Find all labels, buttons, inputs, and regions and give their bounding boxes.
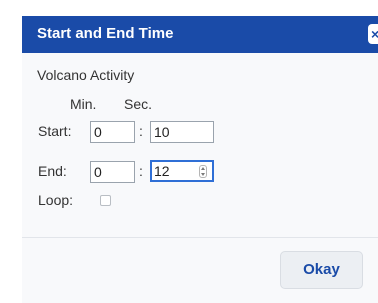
dialog-title-bar: Start and End Time <box>22 16 378 53</box>
end-sec-input[interactable]: 12 <box>150 160 214 182</box>
activity-name: Volcano Activity <box>37 67 135 83</box>
sec-column-header: Sec. <box>124 96 153 112</box>
end-label: End: <box>38 163 67 179</box>
footer-divider <box>22 237 378 238</box>
end-sec-value: 12 <box>154 163 170 179</box>
start-end-time-dialog: Start and End Time × Volcano Activity Mi… <box>0 0 378 303</box>
min-column-header: Min. <box>70 96 97 112</box>
start-colon: : <box>139 123 143 139</box>
loop-label: Loop: <box>38 192 74 208</box>
close-button[interactable]: × <box>368 24 378 44</box>
end-colon: : <box>139 163 143 179</box>
start-sec-input[interactable]: 10 <box>150 121 214 143</box>
dialog-body: Volcano Activity Min. Sec. Start: 0 : 10… <box>22 53 378 303</box>
end-min-input[interactable]: 0 <box>90 161 135 183</box>
loop-checkbox[interactable] <box>100 195 111 206</box>
start-min-input[interactable]: 0 <box>90 121 135 143</box>
dialog-title: Start and End Time <box>37 25 174 42</box>
okay-button[interactable]: Okay <box>280 251 363 289</box>
spinner-icon[interactable] <box>199 165 207 178</box>
close-icon: × <box>371 26 378 42</box>
start-label: Start: <box>38 123 72 139</box>
